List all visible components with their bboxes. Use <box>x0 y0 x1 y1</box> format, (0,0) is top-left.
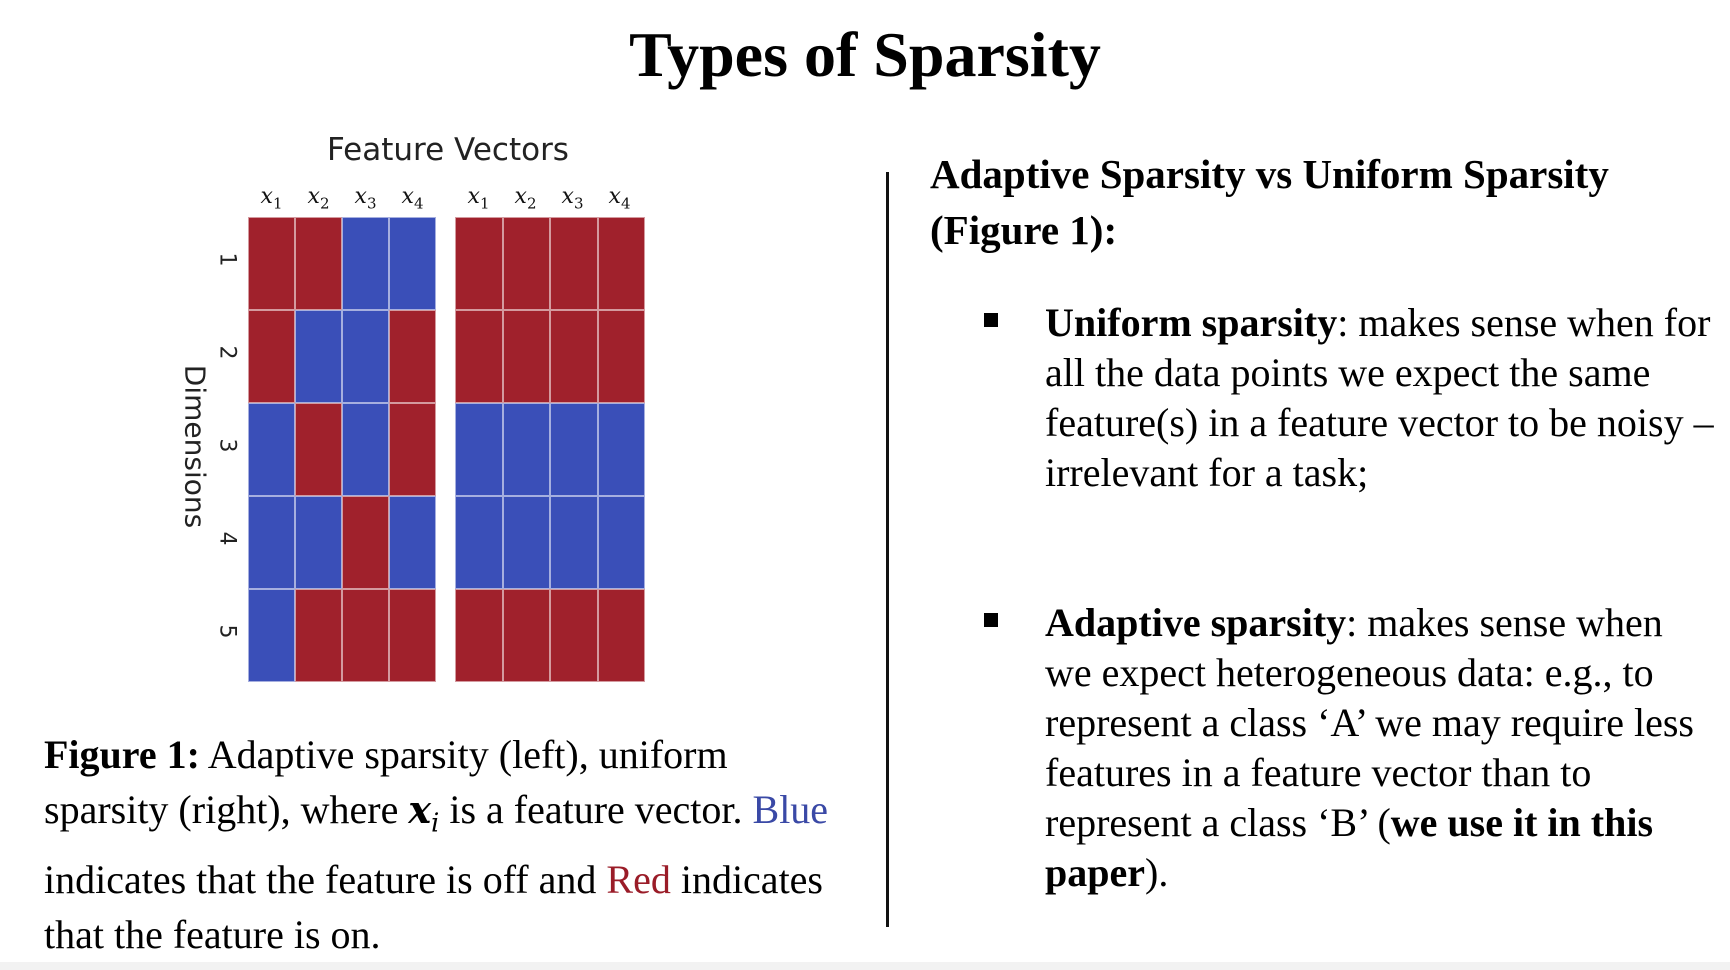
y-axis-label: Dimensions <box>178 364 212 529</box>
caption-red-word: Red <box>606 856 671 902</box>
col-label-right-x4: x4 <box>608 184 631 213</box>
column-divider <box>886 172 889 927</box>
adaptive-cell-r3-c2 <box>295 403 342 496</box>
uniform-cell-r4-c2 <box>502 496 550 589</box>
adaptive-cell-r5-c1 <box>248 589 295 682</box>
uniform-cell-r3-c4 <box>597 403 645 496</box>
adaptive-cell-r1-c1 <box>248 217 295 310</box>
row-label-3: 3 <box>214 438 240 453</box>
col-label-right-x1: x1 <box>467 184 490 213</box>
uniform-cell-r3-c1 <box>455 403 503 496</box>
uniform-cell-r4-c1 <box>455 496 503 589</box>
bullet-uniform-sparsity: Uniform sparsity: makes sense when for a… <box>1045 300 1714 495</box>
adaptive-cell-r2-c3 <box>342 310 389 403</box>
adaptive-cell-r4-c2 <box>295 496 342 589</box>
row-label-4: 4 <box>214 531 240 546</box>
row-label-2: 2 <box>214 345 240 360</box>
col-label-left-x1: x1 <box>260 184 283 213</box>
uniform-cell-r5-c4 <box>597 589 645 682</box>
uniform-cell-r1-c3 <box>550 217 598 310</box>
uniform-cell-r5-c3 <box>550 589 598 682</box>
uniform-cell-r3-c3 <box>550 403 598 496</box>
col-label-right-x2: x2 <box>514 184 537 213</box>
row-label-5: 5 <box>214 624 240 639</box>
col-label-left-x2: x2 <box>307 184 330 213</box>
adaptive-cell-r2-c1 <box>248 310 295 403</box>
adaptive-cell-r1-c2 <box>295 217 342 310</box>
slide-title: Types of Sparsity <box>629 19 1101 90</box>
caption-math: xi <box>408 787 440 839</box>
bullet-square-icon <box>984 313 998 327</box>
figure-title: Feature Vectors <box>327 132 569 168</box>
uniform-cell-r2-c2 <box>502 310 550 403</box>
uniform-cell-r5-c2 <box>502 589 550 682</box>
adaptive-cell-r3-c1 <box>248 403 295 496</box>
adaptive-cell-r4-c1 <box>248 496 295 589</box>
uniform-cell-r4-c4 <box>597 496 645 589</box>
uniform-cell-r2-c1 <box>455 310 503 403</box>
uniform-cell-r3-c2 <box>502 403 550 496</box>
slide: Types of Sparsity Feature Vectors x1 x2 … <box>0 0 1730 962</box>
bullet-square-icon <box>984 613 998 627</box>
bullet-adaptive-sparsity: Adaptive sparsity: makes sense when we e… <box>1045 600 1694 895</box>
adaptive-cell-r1-c3 <box>342 217 389 310</box>
adaptive-cell-r4-c3 <box>342 496 389 589</box>
uniform-cell-r1-c4 <box>597 217 645 310</box>
uniform-cell-r4-c3 <box>550 496 598 589</box>
caption-label: Figure 1: <box>44 732 200 777</box>
uniform-cell-r1-c2 <box>502 217 550 310</box>
uniform-cell-r2-c3 <box>550 310 598 403</box>
adaptive-cell-r3-c3 <box>342 403 389 496</box>
col-label-right-x3: x3 <box>561 184 584 213</box>
heatmap-adaptive <box>248 217 436 682</box>
adaptive-cell-r5-c3 <box>342 589 389 682</box>
adaptive-cell-r2-c2 <box>295 310 342 403</box>
heatmap-uniform <box>455 217 645 682</box>
adaptive-cell-r1-c4 <box>389 217 436 310</box>
section-heading: Adaptive Sparsity vs Uniform Sparsity (F… <box>930 151 1609 253</box>
adaptive-cell-r5-c2 <box>295 589 342 682</box>
uniform-cell-r5-c1 <box>455 589 503 682</box>
caption-blue-word: Blue <box>752 787 829 832</box>
col-label-left-x3: x3 <box>354 184 377 213</box>
adaptive-cell-r2-c4 <box>389 310 436 403</box>
adaptive-cell-r4-c4 <box>389 496 436 589</box>
uniform-cell-r1-c1 <box>455 217 503 310</box>
uniform-cell-r2-c4 <box>597 310 645 403</box>
col-label-left-x4: x4 <box>401 184 424 213</box>
adaptive-cell-r3-c4 <box>389 403 436 496</box>
row-label-1: 1 <box>214 252 240 267</box>
adaptive-cell-r5-c4 <box>389 589 436 682</box>
figure-caption: Figure 1: Adaptive sparsity (left), unif… <box>44 732 829 957</box>
